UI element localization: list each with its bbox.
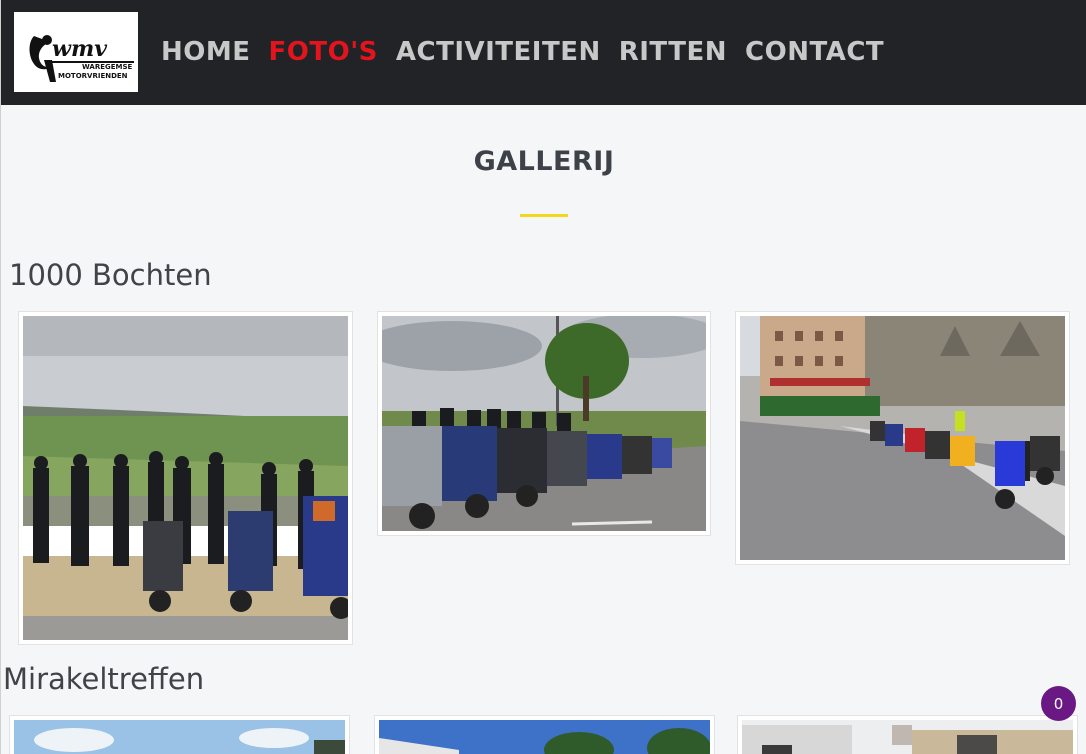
page: wmv WAREGEMSE MOTORVRIENDEN HOME FOTO'S … [0, 0, 1086, 754]
svg-text:wmv: wmv [52, 36, 107, 62]
nav-activiteiten[interactable]: ACTIVITEITEN [396, 34, 601, 70]
site-header: wmv WAREGEMSE MOTORVRIENDEN HOME FOTO'S … [1, 0, 1086, 105]
svg-text:WAREGEMSE: WAREGEMSE [82, 63, 133, 71]
title-underline [520, 214, 568, 217]
gallery-photo[interactable] [9, 715, 350, 754]
section-title-1000-bochten: 1000 Bochten [9, 258, 212, 292]
nav-contact[interactable]: CONTACT [745, 34, 884, 70]
nav-ritten[interactable]: RITTEN [619, 34, 727, 70]
page-title: GALLERIJ [473, 146, 615, 177]
site-logo[interactable]: wmv WAREGEMSE MOTORVRIENDEN [14, 12, 138, 92]
gallery-photo[interactable] [737, 715, 1078, 754]
svg-text:MOTORVRIENDEN: MOTORVRIENDEN [58, 72, 128, 80]
notification-badge[interactable]: 0 [1041, 686, 1076, 721]
nav-home[interactable]: HOME [161, 34, 251, 70]
main-nav: HOME FOTO'S ACTIVITEITEN RITTEN CONTACT [161, 34, 884, 70]
section-title-mirakeltreffen: Mirakeltreffen [3, 662, 205, 696]
gallery-photo[interactable] [18, 311, 353, 645]
gallery-photo[interactable] [374, 715, 715, 754]
gallery-photo[interactable] [377, 311, 711, 536]
gallery-photo[interactable] [735, 311, 1070, 565]
nav-fotos[interactable]: FOTO'S [269, 34, 378, 70]
